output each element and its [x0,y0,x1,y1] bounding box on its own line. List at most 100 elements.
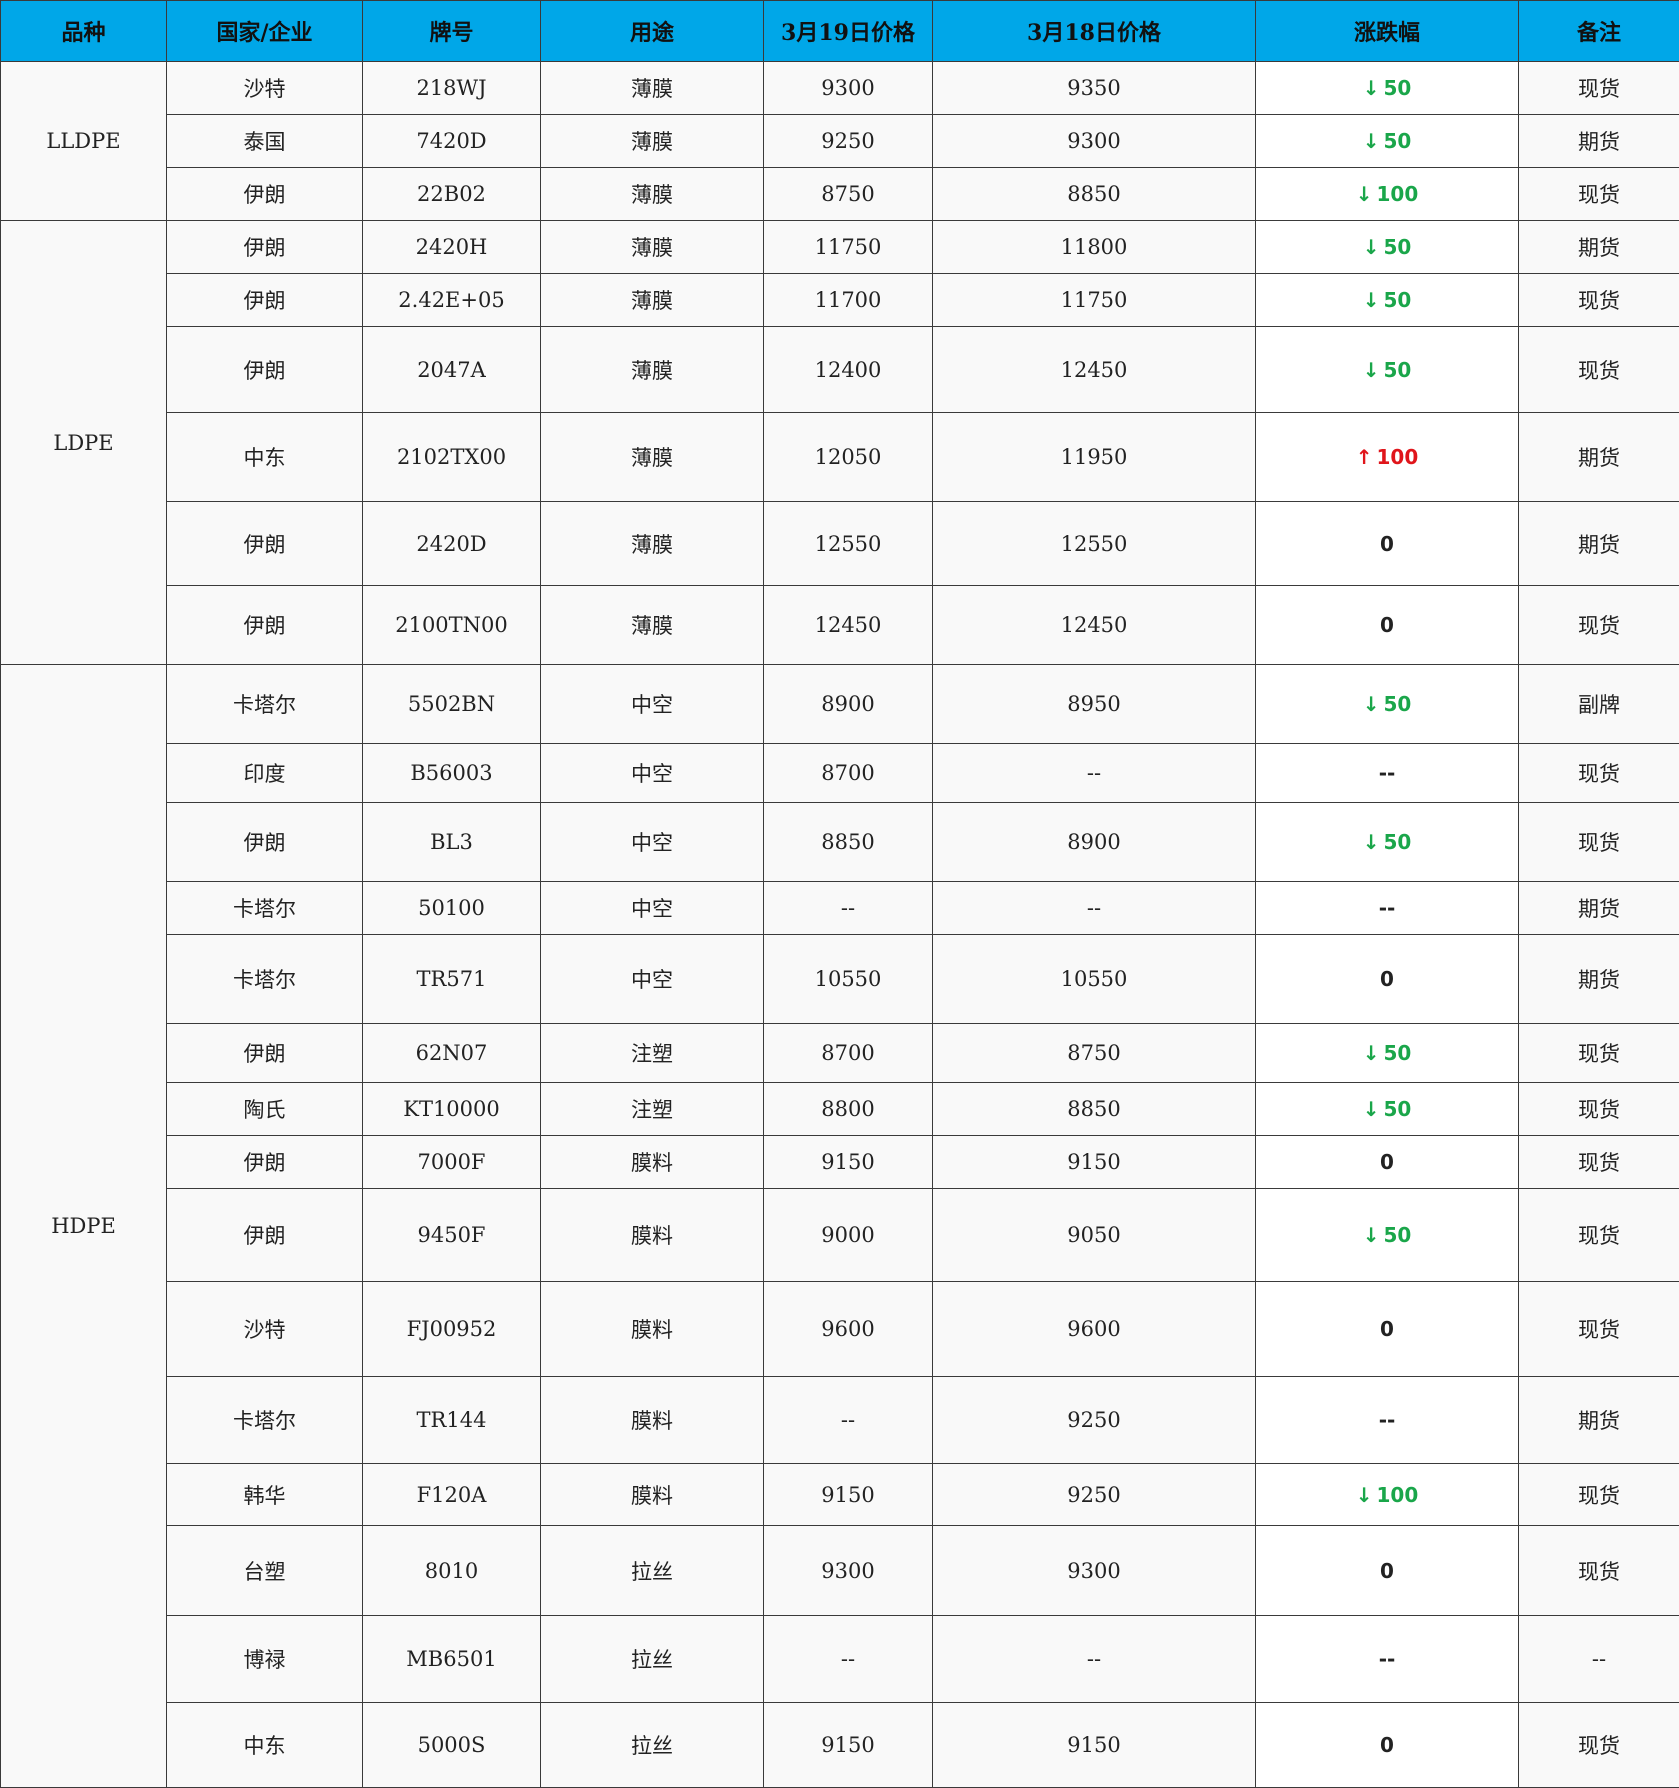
usage-cell: 薄膜 [541,168,764,221]
header-row: 品种 国家/企业 牌号 用途 3月19日价格 3月18日价格 涨跌幅 备注 [1,1,1679,62]
table-row: 陶氏KT10000注塑88008850↓50现货 [1,1083,1679,1136]
price-prev-cell: 9150 [933,1136,1256,1189]
price-prev-cell: 12450 [933,327,1256,413]
price-prev-cell: 11800 [933,221,1256,274]
price-today-cell: 10550 [764,935,933,1024]
change-value: 50 [1383,830,1411,854]
price-prev-cell: 8900 [933,803,1256,882]
change-cell: 0 [1256,1703,1519,1788]
header-price-today: 3月19日价格 [764,1,933,62]
usage-cell: 膜料 [541,1189,764,1282]
arrow-down-icon: ↓ [1363,830,1380,854]
change-cell: ↓100 [1256,168,1519,221]
company-cell: 沙特 [167,1282,363,1377]
grade-cell: B56003 [363,744,541,803]
usage-cell: 拉丝 [541,1616,764,1703]
grade-cell: 218WJ [363,62,541,115]
remark-cell: 期货 [1519,935,1679,1024]
remark-cell: 现货 [1519,1024,1679,1083]
change-value: 50 [1383,358,1411,382]
table-row: LLDPE沙特218WJ薄膜93009350↓50现货 [1,62,1679,115]
price-today-cell: 9600 [764,1282,933,1377]
company-cell: 沙特 [167,62,363,115]
table-row: 韩华F120A膜料91509250↓100现货 [1,1464,1679,1526]
change-value: 0 [1380,1150,1394,1174]
table-row: 印度B56003中空8700----现货 [1,744,1679,803]
price-today-cell: 8900 [764,665,933,744]
arrow-down-icon: ↓ [1363,1097,1380,1121]
table-row: 台塑8010拉丝930093000现货 [1,1526,1679,1616]
remark-cell: 现货 [1519,62,1679,115]
company-cell: 伊朗 [167,803,363,882]
arrow-down-icon: ↓ [1356,182,1373,206]
usage-cell: 薄膜 [541,413,764,502]
price-today-cell: 12400 [764,327,933,413]
price-today-cell: 12450 [764,586,933,665]
usage-cell: 中空 [541,803,764,882]
company-cell: 中东 [167,413,363,502]
change-value: 50 [1383,76,1411,100]
table-row: 中东2102TX00薄膜1205011950↑100期货 [1,413,1679,502]
change-value: -- [1379,761,1396,785]
price-prev-cell: -- [933,744,1256,803]
price-prev-cell: -- [933,1616,1256,1703]
change-value: -- [1379,896,1396,920]
change-cell: ↑100 [1256,413,1519,502]
grade-cell: 7000F [363,1136,541,1189]
company-cell: 伊朗 [167,221,363,274]
remark-cell: 期货 [1519,1377,1679,1464]
company-cell: 韩华 [167,1464,363,1526]
header-remark: 备注 [1519,1,1679,62]
remark-cell: 期货 [1519,115,1679,168]
remark-cell: 现货 [1519,1703,1679,1788]
price-today-cell: 9000 [764,1189,933,1282]
usage-cell: 薄膜 [541,62,764,115]
price-today-cell: 9150 [764,1703,933,1788]
price-today-cell: 8850 [764,803,933,882]
price-today-cell: 11700 [764,274,933,327]
change-value: 50 [1383,1223,1411,1247]
table-row: 伊朗62N07注塑87008750↓50现货 [1,1024,1679,1083]
price-prev-cell: 9350 [933,62,1256,115]
table-row: 沙特FJ00952膜料960096000现货 [1,1282,1679,1377]
table-row: 伊朗7000F膜料915091500现货 [1,1136,1679,1189]
table-row: 卡塔尔50100中空------期货 [1,882,1679,935]
usage-cell: 薄膜 [541,502,764,586]
change-cell: ↓50 [1256,665,1519,744]
company-cell: 伊朗 [167,1024,363,1083]
grade-cell: 22B02 [363,168,541,221]
table-row: 伊朗BL3中空88508900↓50现货 [1,803,1679,882]
remark-cell: 现货 [1519,168,1679,221]
price-today-cell: -- [764,882,933,935]
price-prev-cell: 9300 [933,115,1256,168]
company-cell: 伊朗 [167,274,363,327]
usage-cell: 注塑 [541,1024,764,1083]
grade-cell: 5502BN [363,665,541,744]
usage-cell: 薄膜 [541,115,764,168]
change-value: 0 [1380,613,1394,637]
remark-cell: 期货 [1519,413,1679,502]
price-today-cell: -- [764,1616,933,1703]
arrow-up-icon: ↑ [1356,445,1373,469]
arrow-down-icon: ↓ [1363,1041,1380,1065]
remark-cell: 现货 [1519,803,1679,882]
price-today-cell: 8750 [764,168,933,221]
arrow-down-icon: ↓ [1356,1483,1373,1507]
variety-cell: LDPE [1,221,167,665]
change-cell: ↓50 [1256,327,1519,413]
table-row: 伊朗22B02薄膜87508850↓100现货 [1,168,1679,221]
usage-cell: 中空 [541,665,764,744]
grade-cell: 2047A [363,327,541,413]
arrow-down-icon: ↓ [1363,692,1380,716]
remark-cell: 现货 [1519,1526,1679,1616]
change-cell: -- [1256,744,1519,803]
grade-cell: 62N07 [363,1024,541,1083]
price-today-cell: 8700 [764,744,933,803]
arrow-down-icon: ↓ [1363,129,1380,153]
change-cell: 0 [1256,1282,1519,1377]
change-cell: -- [1256,1616,1519,1703]
table-row: 泰国7420D薄膜92509300↓50期货 [1,115,1679,168]
remark-cell: 期货 [1519,882,1679,935]
change-cell: ↓50 [1256,1083,1519,1136]
variety-cell: HDPE [1,665,167,1788]
